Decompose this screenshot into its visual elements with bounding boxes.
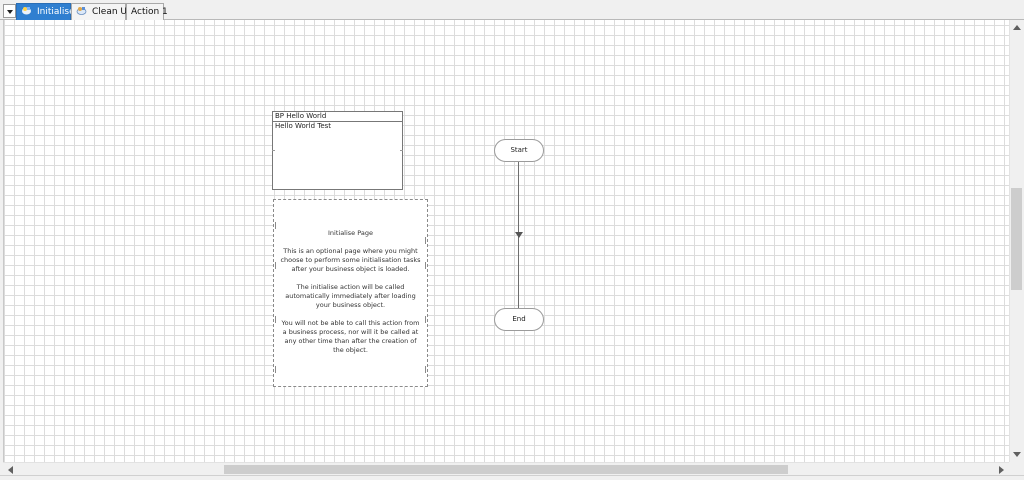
scroll-up-arrow-icon[interactable] — [1013, 25, 1021, 30]
end-stage[interactable]: End — [494, 308, 544, 331]
scroll-left-arrow-icon[interactable] — [8, 466, 13, 474]
note-stage[interactable]: Initialise Page This is an optional page… — [273, 199, 428, 387]
business-object-name: BP Hello World — [273, 112, 402, 122]
tab-clean-up[interactable]: Clean Up — [71, 3, 133, 20]
flow-direction-arrow — [515, 232, 523, 238]
resize-handle — [400, 150, 403, 151]
object-cleanup-icon — [76, 7, 87, 15]
note-edge-mark — [275, 366, 276, 373]
horizontal-scrollbar[interactable] — [3, 462, 1009, 475]
vertical-scroll-thumb[interactable] — [1011, 188, 1022, 290]
scrollbar-corner — [1009, 462, 1024, 475]
tab-initialise-label: Initialise — [37, 7, 75, 17]
note-paragraph: This is an optional page where you might… — [280, 247, 421, 273]
note-title: Initialise Page — [328, 229, 373, 237]
scroll-right-arrow-icon[interactable] — [999, 466, 1004, 474]
tab-action-1[interactable]: Action 1 — [126, 3, 168, 20]
note-edge-mark — [425, 366, 426, 373]
vertical-scrollbar[interactable] — [1009, 20, 1023, 462]
note-edge-mark — [275, 222, 276, 229]
note-edge-mark — [275, 262, 276, 269]
note-paragraph: You will not be able to call this action… — [281, 319, 420, 354]
note-edge-mark — [275, 316, 276, 323]
note-edge-mark — [425, 262, 426, 269]
resize-handle — [272, 150, 275, 151]
end-stage-label: End — [512, 315, 526, 323]
business-object-info-box[interactable]: BP Hello World Hello World Test — [272, 111, 403, 190]
tab-list-dropdown-button[interactable] — [3, 4, 16, 18]
status-strip — [0, 475, 1024, 480]
scroll-down-arrow-icon[interactable] — [1013, 452, 1021, 457]
process-canvas[interactable] — [3, 20, 1009, 462]
page-tab-strip: Initialise Clean Up Action 1 — [0, 0, 1024, 20]
note-paragraph: The initialise action will be called aut… — [285, 283, 416, 309]
start-stage-label: Start — [510, 146, 528, 154]
horizontal-scroll-thumb[interactable] — [224, 465, 788, 474]
tab-action-1-label: Action 1 — [131, 7, 168, 17]
note-edge-mark — [425, 316, 426, 323]
business-object-description: Hello World Test — [275, 122, 332, 130]
tab-initialise[interactable]: Initialise — [16, 3, 75, 20]
object-initialise-icon — [22, 7, 31, 15]
start-stage[interactable]: Start — [494, 139, 544, 162]
note-edge-mark — [425, 237, 426, 244]
